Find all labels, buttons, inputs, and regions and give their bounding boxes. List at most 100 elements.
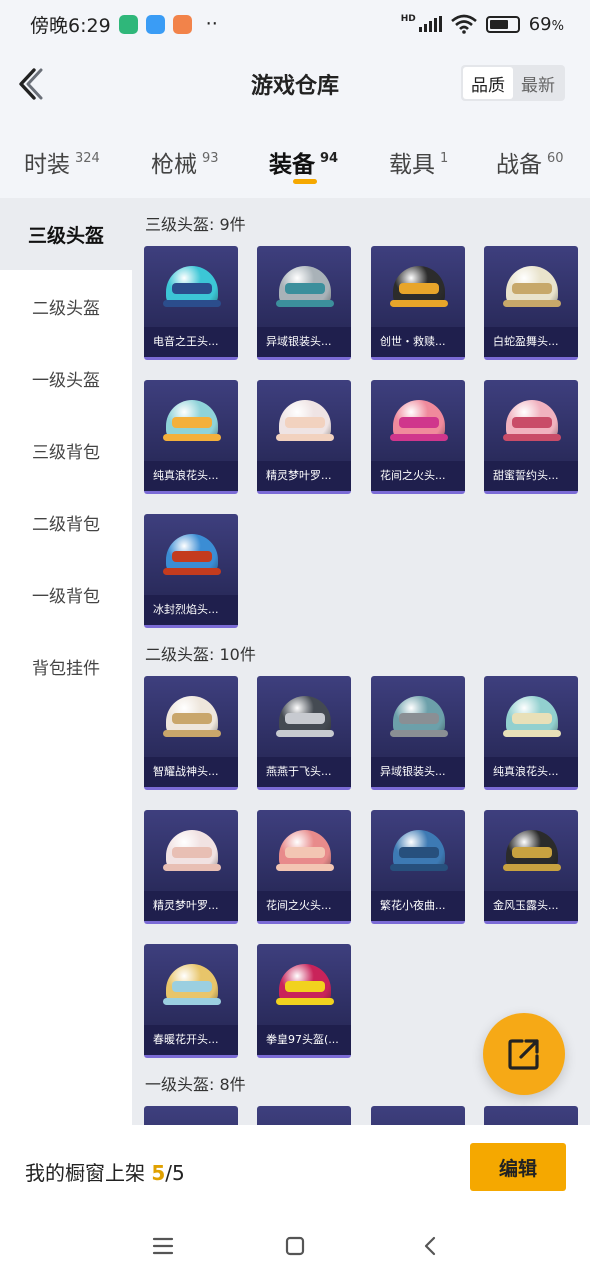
item-name: 白蛇盈舞头...	[484, 327, 578, 357]
item-name: 金风玉露头...	[484, 891, 578, 921]
helmet-icon	[503, 830, 561, 878]
tab-count: 93	[202, 151, 219, 166]
edit-button[interactable]: 编辑	[470, 1143, 566, 1191]
item-name: 电音之王头...	[144, 327, 238, 357]
item-name: 繁花小夜曲...	[371, 891, 465, 921]
tab-vehicles[interactable]: 载具 1	[389, 145, 448, 179]
item-card[interactable]: 金风玉露头...	[484, 810, 578, 924]
system-nav-bar	[0, 1213, 590, 1280]
item-card[interactable]: 白蛇盈舞头...	[484, 246, 578, 360]
back-icon[interactable]	[416, 1231, 446, 1261]
item-card[interactable]: 花间之火头...	[371, 380, 465, 494]
hd-label: HD	[400, 14, 416, 24]
helmet-icon	[163, 696, 221, 744]
item-name: 精灵梦叶罗...	[257, 461, 351, 491]
item-card[interactable]: 智耀战神头...	[144, 676, 238, 790]
section-title: 一级头盔: 8件	[145, 1075, 246, 1094]
item-name: 甜蜜誓约头...	[484, 461, 578, 491]
helmet-icon	[276, 964, 334, 1012]
section-title: 三级头盔: 9件	[145, 215, 246, 234]
sidebar-item-backpack-charm[interactable]: 背包挂件	[0, 630, 132, 702]
tab-guns[interactable]: 枪械 93	[151, 145, 219, 179]
sort-latest-button[interactable]: 最新	[513, 67, 563, 99]
item-name: 异域银装头...	[257, 327, 351, 357]
menu-icon[interactable]	[148, 1231, 178, 1261]
helmet-icon	[163, 964, 221, 1012]
item-card[interactable]: 花间之火头...	[257, 810, 351, 924]
tab-supplies[interactable]: 战备 60	[496, 145, 564, 179]
item-card[interactable]: 纯真浪花头...	[484, 676, 578, 790]
category-tabs: 时装 324 枪械 93 装备 94 载具 1 战备 60	[0, 120, 590, 198]
item-card[interactable]: 创世・救赎...	[371, 246, 465, 360]
share-button[interactable]	[483, 1013, 565, 1095]
helmet-icon	[390, 696, 448, 744]
sidebar-item-level2-backpack[interactable]: 二级背包	[0, 486, 132, 558]
tab-count: 94	[320, 151, 339, 166]
helmet-icon	[276, 400, 334, 448]
item-card[interactable]: 精灵梦叶罗...	[144, 810, 238, 924]
item-name: 春暖花开头...	[144, 1025, 238, 1055]
sidebar-item-level1-helmet[interactable]: 一级头盔	[0, 342, 132, 414]
item-card[interactable]	[484, 1106, 578, 1125]
section-title: 二级头盔: 10件	[145, 645, 256, 664]
item-card[interactable]: 甜蜜誓约头...	[484, 380, 578, 494]
helmet-icon	[503, 266, 561, 314]
tab-equipment[interactable]: 装备 94	[269, 145, 338, 179]
item-card[interactable]: 燕燕于飞头...	[257, 676, 351, 790]
sidebar-item-level2-helmet[interactable]: 二级头盔	[0, 270, 132, 342]
item-card[interactable]: 异域银装头...	[371, 676, 465, 790]
item-name: 创世・救赎...	[371, 327, 465, 357]
item-grid: 三级头盔: 9件电音之王头... 异域银装头... 创世・救赎... 白蛇盈舞头...…	[132, 198, 590, 1125]
helmet-icon	[390, 830, 448, 878]
status-time: 傍晚6:29	[30, 14, 111, 37]
item-card[interactable]	[144, 1106, 238, 1125]
item-name: 精灵梦叶罗...	[144, 891, 238, 921]
sort-quality-button[interactable]: 品质	[463, 67, 513, 99]
tab-fashion[interactable]: 时装 324	[24, 145, 100, 179]
item-card[interactable]: 春暖花开头...	[144, 944, 238, 1058]
showcase-count: 5	[151, 1161, 166, 1185]
item-name: 拳皇97头盔(...	[257, 1025, 351, 1055]
item-card[interactable]: 精灵梦叶罗...	[257, 380, 351, 494]
item-card[interactable]: 纯真浪花头...	[144, 380, 238, 494]
sidebar-item-level3-helmet[interactable]: 三级头盔	[0, 198, 132, 270]
item-card[interactable]: 拳皇97头盔(...	[257, 944, 351, 1058]
item-card[interactable]: 繁花小夜曲...	[371, 810, 465, 924]
more-dots: ··	[205, 13, 218, 35]
active-tab-indicator	[293, 179, 317, 184]
shield-app-icon	[118, 14, 138, 34]
item-name: 冰封烈焰头...	[144, 595, 238, 625]
tab-count: 324	[75, 151, 100, 166]
helmet-icon	[163, 534, 221, 582]
sidebar-item-level3-backpack[interactable]: 三级背包	[0, 414, 132, 486]
item-name: 纯真浪花头...	[144, 461, 238, 491]
helmet-icon	[163, 266, 221, 314]
item-card[interactable]	[257, 1106, 351, 1125]
showcase-status: 我的橱窗上架 5/5	[25, 1161, 185, 1185]
sidebar-item-level1-backpack[interactable]: 一级背包	[0, 558, 132, 630]
helmet-icon	[276, 830, 334, 878]
tab-count: 60	[547, 151, 564, 166]
subcategory-sidebar: 三级头盔 二级头盔 一级头盔 三级背包 二级背包 一级背包 背包挂件	[0, 198, 132, 1125]
tab-count: 1	[440, 151, 449, 166]
item-name: 智耀战神头...	[144, 757, 238, 787]
sort-toggle: 品质 最新	[461, 65, 565, 101]
helmet-icon	[390, 266, 448, 314]
status-bar: 傍晚6:29 ·· HD 69%	[0, 0, 590, 48]
cat-app-icon	[172, 14, 192, 34]
battery-text: 69%	[528, 13, 564, 35]
item-name: 花间之火头...	[257, 891, 351, 921]
helmet-icon	[276, 696, 334, 744]
item-name: 异域银装头...	[371, 757, 465, 787]
home-icon[interactable]	[280, 1231, 310, 1261]
helmet-icon	[503, 696, 561, 744]
item-card[interactable]	[371, 1106, 465, 1125]
item-card[interactable]: 异域银装头...	[257, 246, 351, 360]
item-card[interactable]: 电音之王头...	[144, 246, 238, 360]
helmet-icon	[276, 266, 334, 314]
share-icon	[508, 1039, 539, 1070]
battery-icon	[485, 15, 520, 33]
item-card[interactable]: 冰封烈焰头...	[144, 514, 238, 628]
item-name: 纯真浪花头...	[484, 757, 578, 787]
chat-app-icon	[145, 14, 165, 34]
